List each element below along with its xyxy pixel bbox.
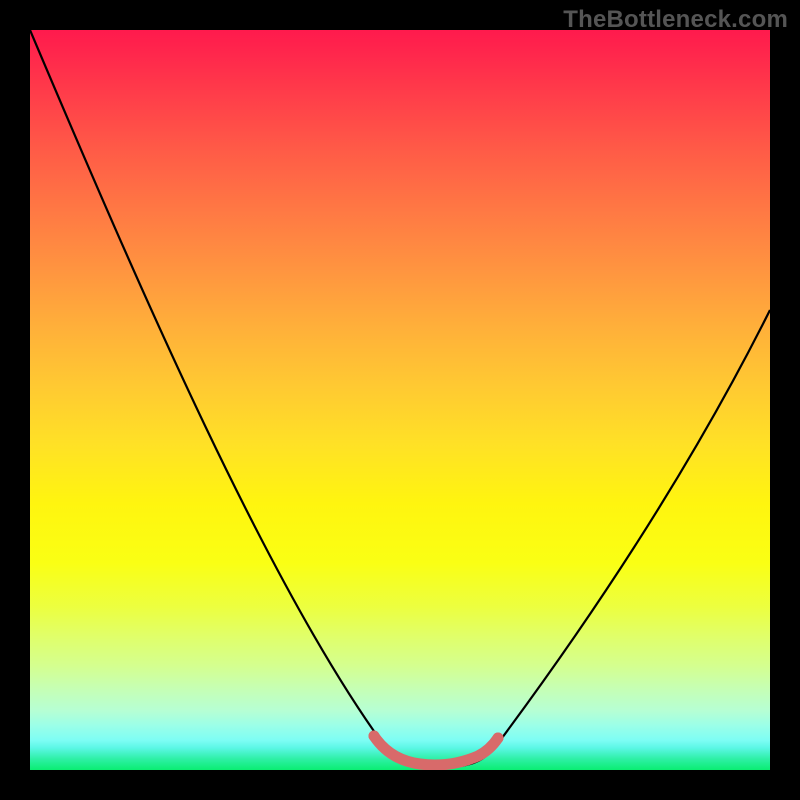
chart-frame: TheBottleneck.com bbox=[0, 0, 800, 800]
bottleneck-curve bbox=[30, 30, 770, 770]
watermark-text: TheBottleneck.com bbox=[563, 6, 788, 34]
plot-area bbox=[30, 30, 770, 770]
trough-dot-left bbox=[369, 731, 380, 742]
trough-highlight bbox=[374, 736, 498, 765]
trough-dot-right bbox=[493, 733, 504, 744]
curve-path bbox=[30, 30, 770, 766]
